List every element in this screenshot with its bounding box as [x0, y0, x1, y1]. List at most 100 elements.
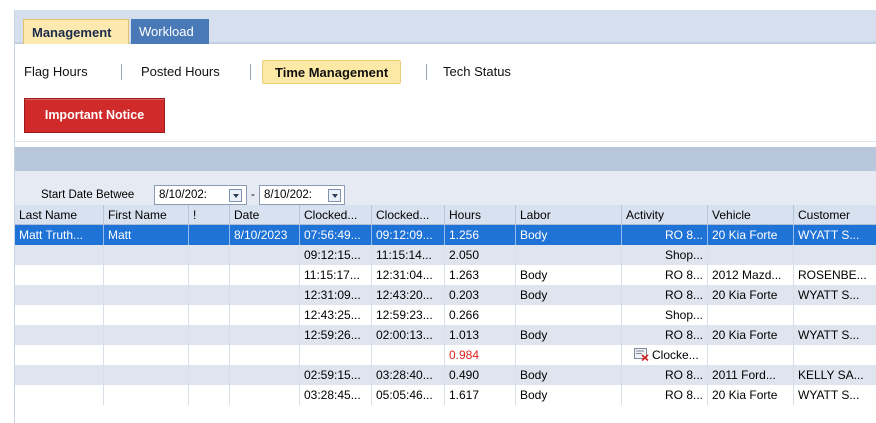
- col-header-date[interactable]: Date: [230, 205, 300, 225]
- table-row[interactable]: 11:15:17... 12:31:04... 1.263 Body RO 8... 20…: [15, 265, 876, 285]
- cell-vehicle-text: 20 Kia Forte: [712, 328, 778, 342]
- cell-hours: 0.203: [445, 285, 516, 305]
- col-header-first-name[interactable]: First Name: [104, 205, 189, 225]
- cell-hours: 1.617: [445, 385, 516, 405]
- cell-customer-text: WYATT S...: [798, 328, 860, 342]
- cell-customer: ROSENBE...: [794, 265, 876, 285]
- cell-clocked-in-text: 12:59:26...: [304, 328, 361, 342]
- table-row[interactable]: 12:31:09... 12:43:20... 0.203 Body RO 8... 20…: [15, 285, 876, 305]
- cell-clocked-out: 12:59:23...: [372, 305, 445, 325]
- cell-date-text: 8/10/2023: [234, 228, 288, 242]
- cell-hours: 0.266: [445, 305, 516, 325]
- date-range-dash: -: [251, 189, 255, 201]
- cell-activity: RO 8...: [622, 325, 708, 345]
- main-tab-strip: Management Workload: [15, 10, 876, 44]
- table-row[interactable]: 0.984 Clocke...: [15, 345, 876, 365]
- cell-customer: [794, 305, 876, 325]
- col-header-customer[interactable]: Customer: [794, 205, 876, 225]
- cell-date: [230, 385, 300, 405]
- tab-separator: [426, 64, 427, 80]
- cell-clocked-in: 11:15:17...: [300, 265, 372, 285]
- cell-clocked-in-text: 03:28:45...: [304, 388, 361, 402]
- cell-hours: 1.013: [445, 325, 516, 345]
- cell-hours-text: 1.013: [449, 328, 480, 342]
- date-filter-bar: Start Date Betwee 8/10/202: - 8/10/202:: [15, 171, 876, 205]
- cell-customer-text: WYATT S...: [798, 228, 860, 242]
- cell-activity: Shop...: [622, 305, 708, 325]
- col-header-vehicle[interactable]: Vehicle: [708, 205, 794, 225]
- table-row[interactable]: 09:12:15... 11:15:14... 2.050 Shop...: [15, 245, 876, 265]
- important-notice-button[interactable]: Important Notice: [24, 98, 165, 133]
- cell-clocked-in-text: 09:12:15...: [304, 248, 361, 262]
- cell-clocked-in-text: 12:43:25...: [304, 308, 361, 322]
- col-header-clocked-out[interactable]: Clocked...: [372, 205, 445, 225]
- tab-tech-status[interactable]: Tech Status: [443, 60, 511, 84]
- cell-clocked-in: 12:31:09...: [300, 285, 372, 305]
- cell-activity-text: RO 8...: [664, 228, 703, 242]
- cell-last-name: Matt Truth...: [15, 225, 104, 245]
- table-row[interactable]: Matt Truth... Matt 8/10/2023 07:56:49... 09:…: [15, 225, 876, 245]
- cell-hours-text: 0.490: [449, 368, 480, 382]
- cell-date: [230, 325, 300, 345]
- cell-hours-text: 2.050: [449, 248, 480, 262]
- cell-vehicle: [708, 305, 794, 325]
- start-date-label: Start Date Betwee: [41, 189, 135, 201]
- table-row[interactable]: 12:59:26... 02:00:13... 1.013 Body RO 8... 20…: [15, 325, 876, 345]
- cell-clocked-out: 11:15:14...: [372, 245, 445, 265]
- cell-clocked-out-text: 02:00:13...: [376, 328, 433, 342]
- cell-last-name: [15, 385, 104, 405]
- cell-labor: Body: [516, 225, 622, 245]
- table-row[interactable]: 03:28:45... 05:05:46... 1.617 Body RO 8... 20…: [15, 385, 876, 405]
- cell-first-name: [104, 285, 189, 305]
- table-row[interactable]: 12:43:25... 12:59:23... 0.266 Shop...: [15, 305, 876, 325]
- cell-hours-text: 1.617: [449, 388, 480, 402]
- start-date-to-input[interactable]: 8/10/202:: [259, 185, 345, 205]
- cell-flag: [189, 305, 230, 325]
- cell-last-name: [15, 345, 104, 365]
- start-date-from-input[interactable]: 8/10/202:: [154, 185, 247, 205]
- tab-flag-hours[interactable]: Flag Hours: [24, 60, 88, 84]
- cell-customer-text: WYATT S...: [798, 288, 860, 302]
- col-header-hours[interactable]: Hours: [445, 205, 516, 225]
- table-row[interactable]: 02:59:15... 03:28:40... 0.490 Body RO 8... 20…: [15, 365, 876, 385]
- cell-clocked-in-text: 02:59:15...: [304, 368, 361, 382]
- col-header-labor[interactable]: Labor: [516, 205, 622, 225]
- cell-first-name: Matt: [104, 225, 189, 245]
- tab-management[interactable]: Management: [23, 19, 129, 44]
- cell-clocked-out-text: 12:31:04...: [376, 268, 433, 282]
- cell-first-name-text: Matt: [108, 228, 132, 242]
- group-band: [15, 147, 876, 171]
- tab-time-management[interactable]: Time Management: [262, 60, 402, 84]
- cell-last-name: [15, 285, 104, 305]
- col-header-activity[interactable]: Activity: [622, 205, 708, 225]
- cell-hours-text: 0.266: [449, 308, 480, 322]
- col-header-flag[interactable]: !: [189, 205, 230, 225]
- cell-vehicle: 20 Kia Forte: [708, 385, 794, 405]
- cell-clocked-in: 03:28:45...: [300, 385, 372, 405]
- cell-clocked-in: 07:56:49...: [300, 225, 372, 245]
- cell-labor: [516, 345, 622, 365]
- cell-clocked-out: 12:31:04...: [372, 265, 445, 285]
- cell-date: [230, 265, 300, 285]
- cell-vehicle: 20 Kia Forte: [708, 325, 794, 345]
- cell-clocked-in-text: 11:15:17...: [304, 268, 360, 282]
- cell-hours: 0.984: [445, 345, 516, 365]
- cell-clocked-out-text: 09:12:09...: [376, 228, 433, 242]
- chevron-down-icon[interactable]: [328, 189, 341, 202]
- cell-flag: [189, 225, 230, 245]
- cell-vehicle-text: 20 Kia Forte: [712, 388, 778, 402]
- cell-vehicle-text: 20 Kia Forte: [712, 228, 778, 242]
- cell-activity: RO 8...: [622, 265, 708, 285]
- cell-customer: [794, 245, 876, 265]
- cell-clocked-out: 03:28:40...: [372, 365, 445, 385]
- chevron-down-icon[interactable]: [229, 189, 242, 202]
- tab-workload[interactable]: Workload: [131, 19, 209, 44]
- cell-date: [230, 285, 300, 305]
- col-header-clocked-in[interactable]: Clocked...: [300, 205, 372, 225]
- cell-labor-text: Body: [520, 328, 548, 342]
- col-header-last-name[interactable]: Last Name: [15, 205, 104, 225]
- cell-first-name: [104, 325, 189, 345]
- tab-posted-hours[interactable]: Posted Hours: [141, 60, 220, 84]
- cell-vehicle: 20 Kia Forte: [708, 225, 794, 245]
- cell-labor-text: Body: [520, 268, 548, 282]
